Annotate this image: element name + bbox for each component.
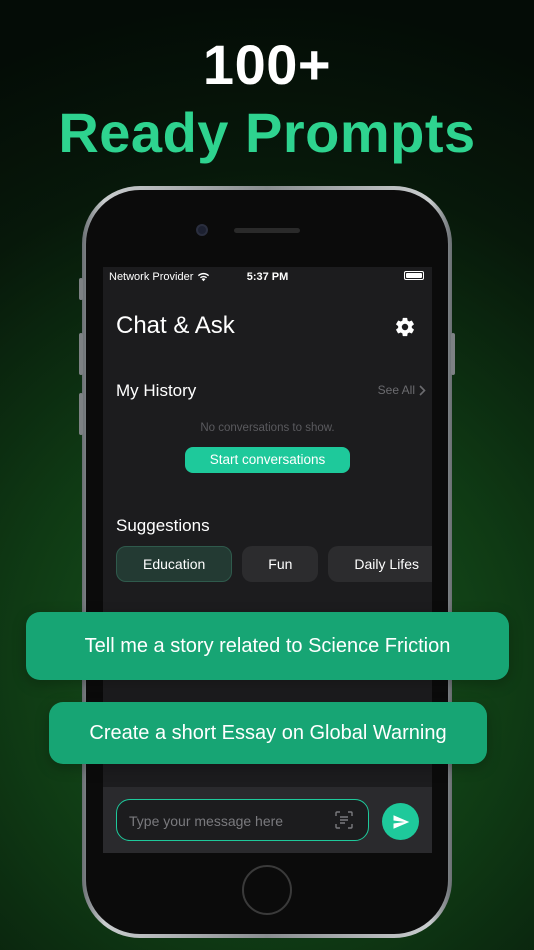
prompt-card-science[interactable]: Tell me a story related to Science Frict… bbox=[26, 612, 509, 680]
chip-daily-lifes[interactable]: Daily Lifes bbox=[328, 546, 432, 582]
send-icon bbox=[393, 814, 409, 829]
start-conversations-button[interactable]: Start conversations bbox=[185, 447, 350, 473]
power-button bbox=[451, 333, 455, 375]
volume-up-button bbox=[79, 333, 83, 375]
chip-fun[interactable]: Fun bbox=[242, 546, 319, 582]
home-button[interactable] bbox=[242, 865, 292, 915]
battery-icon bbox=[404, 271, 424, 280]
see-all-link[interactable]: See All bbox=[378, 383, 426, 397]
status-bar: Network Provider 5:37 PM bbox=[103, 267, 432, 287]
see-all-label: See All bbox=[377, 383, 415, 397]
headline-top: 100+ bbox=[202, 33, 332, 96]
suggestion-chips: Education Fun Daily Lifes bbox=[116, 546, 432, 582]
chip-education[interactable]: Education bbox=[116, 546, 233, 582]
mute-switch bbox=[79, 278, 83, 300]
front-camera bbox=[196, 224, 208, 236]
message-input[interactable]: Type your message here bbox=[116, 799, 369, 841]
gear-icon[interactable] bbox=[394, 316, 416, 338]
scan-icon[interactable] bbox=[334, 810, 354, 830]
app-title: Chat & Ask bbox=[116, 312, 235, 339]
chevron-right-icon bbox=[419, 384, 426, 396]
send-button[interactable] bbox=[382, 803, 419, 840]
message-input-bar: Type your message here bbox=[103, 787, 432, 853]
suggestions-title: Suggestions bbox=[116, 516, 210, 535]
volume-down-button bbox=[79, 393, 83, 435]
app-screen: Network Provider 5:37 PM Chat & Ask My H… bbox=[103, 267, 432, 853]
earpiece-speaker bbox=[234, 228, 300, 233]
message-placeholder: Type your message here bbox=[129, 813, 284, 829]
prompt-card-essay[interactable]: Create a short Essay on Global Warning bbox=[49, 702, 487, 764]
headline-bottom: Ready Prompts bbox=[58, 101, 476, 164]
history-title: My History bbox=[116, 381, 197, 400]
status-time: 5:37 PM bbox=[246, 271, 289, 283]
empty-history-text: No conversations to show. bbox=[200, 422, 335, 434]
